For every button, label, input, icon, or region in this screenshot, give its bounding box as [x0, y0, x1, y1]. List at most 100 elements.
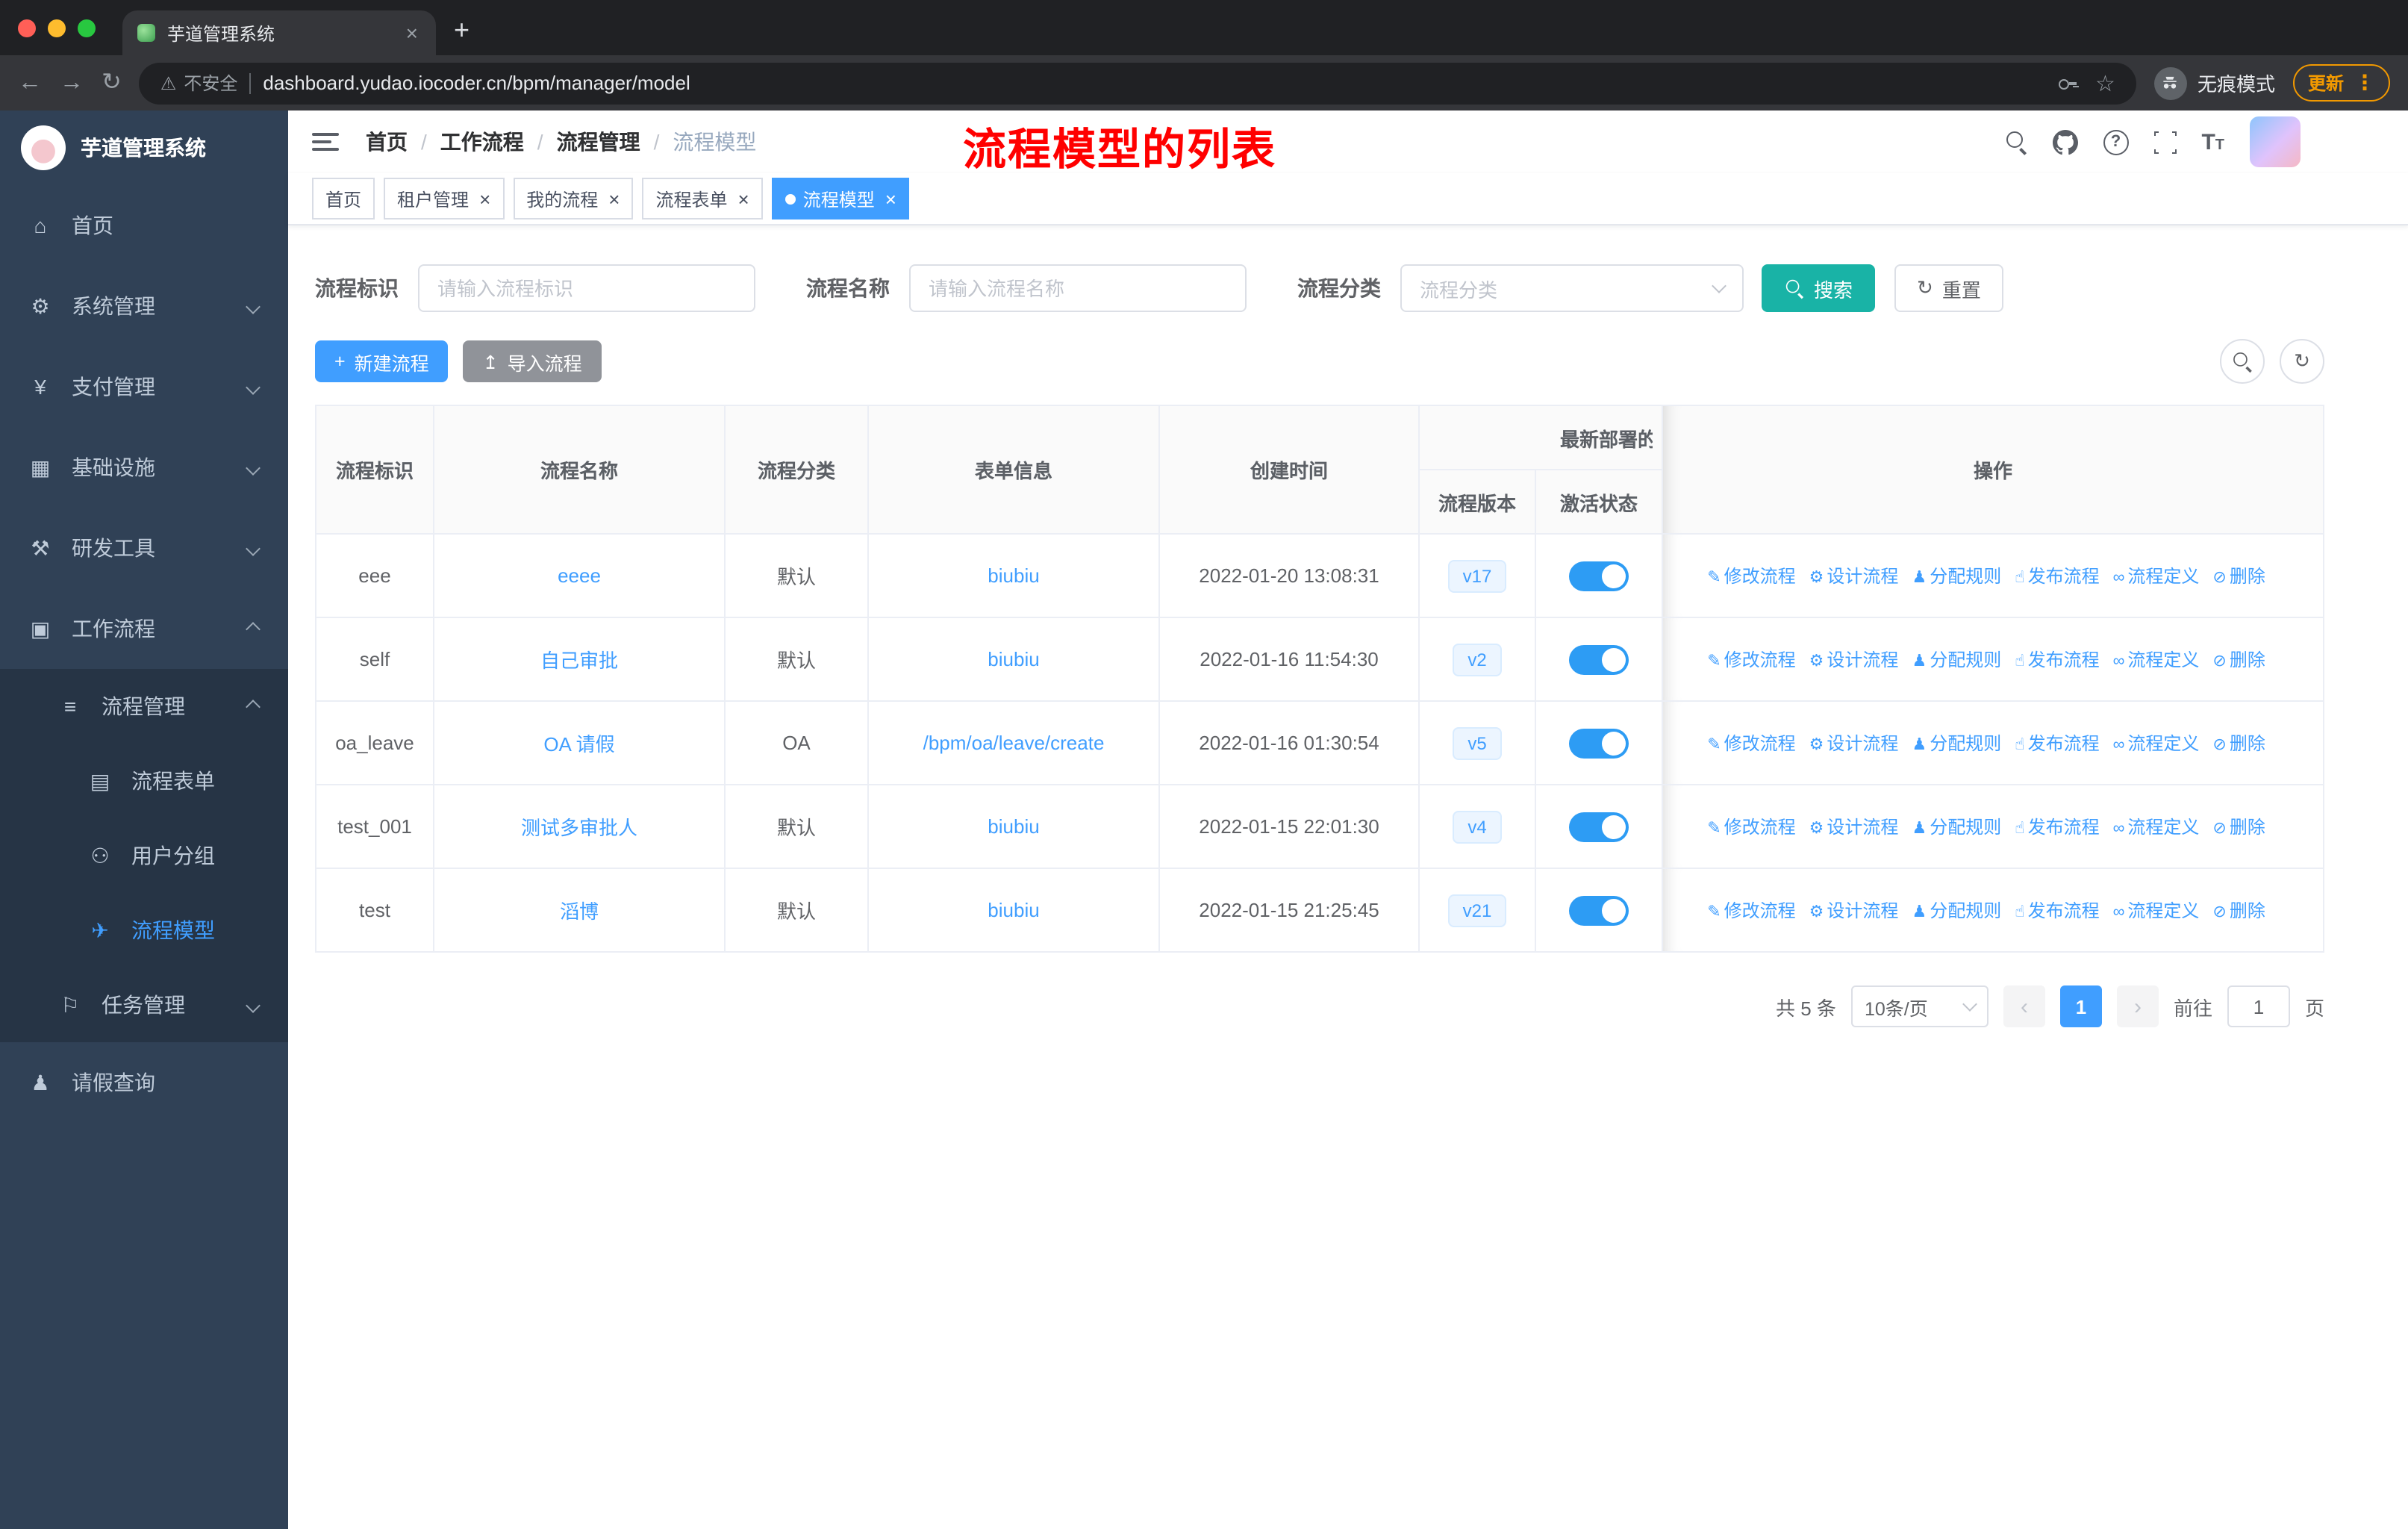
sidebar-item-system-mgmt[interactable]: ⚙ 系统管理 — [0, 266, 288, 346]
form-info-link[interactable]: biubiu — [988, 564, 1039, 587]
new-tab-button[interactable]: + — [454, 10, 470, 49]
process-definition-link[interactable]: ∞ 流程定义 — [2113, 817, 2200, 838]
refresh-table-button[interactable]: ↻ — [2280, 339, 2324, 384]
help-icon[interactable]: ? — [2103, 129, 2129, 155]
reset-button[interactable]: ↻ 重置 — [1894, 264, 2003, 312]
tag-租户管理[interactable]: 租户管理 × — [384, 178, 505, 219]
font-size-icon[interactable]: TT — [2201, 131, 2224, 153]
user-avatar[interactable] — [2250, 116, 2301, 167]
active-toggle[interactable] — [1569, 895, 1629, 925]
delete-process-link[interactable]: ⊘ 删除 — [2212, 900, 2265, 921]
import-process-button[interactable]: ↥ 导入流程 — [463, 340, 602, 382]
search-button[interactable]: 搜索 — [1762, 264, 1876, 312]
security-indicator[interactable]: ⚠ 不安全 — [160, 70, 238, 96]
delete-process-link[interactable]: ⊘ 删除 — [2212, 650, 2265, 670]
modify-process-link[interactable]: ✎ 修改流程 — [1707, 733, 1795, 754]
design-process-link[interactable]: ⚙ 设计流程 — [1809, 733, 1899, 754]
browser-tab[interactable]: 芋道管理系统 × — [122, 10, 436, 55]
sidebar-item-dev-tools[interactable]: ⚒ 研发工具 — [0, 508, 288, 588]
bookmark-star-icon[interactable]: ☆ — [2095, 69, 2115, 96]
address-bar[interactable]: ⚠ 不安全 dashboard.yudao.iocoder.cn/bpm/man… — [139, 62, 2136, 104]
assign-rule-link[interactable]: ♟ 分配规则 — [1912, 733, 2001, 754]
process-category-select[interactable]: 流程分类 — [1400, 264, 1744, 312]
github-icon[interactable] — [2052, 129, 2078, 155]
form-info-link[interactable]: biubiu — [988, 815, 1039, 838]
form-info-link[interactable]: /bpm/oa/leave/create — [923, 732, 1105, 754]
sidebar-item-task-mgmt[interactable]: ⚐ 任务管理 — [0, 968, 288, 1042]
design-process-link[interactable]: ⚙ 设计流程 — [1809, 817, 1899, 838]
reload-button[interactable]: ↻ — [102, 70, 122, 95]
process-definition-link[interactable]: ∞ 流程定义 — [2113, 566, 2200, 587]
sidebar-item-process-form[interactable]: ▤ 流程表单 — [0, 744, 288, 818]
assign-rule-link[interactable]: ♟ 分配规则 — [1912, 817, 2001, 838]
create-process-button[interactable]: + 新建流程 — [315, 340, 449, 382]
goto-page-input[interactable] — [2227, 985, 2290, 1027]
delete-process-link[interactable]: ⊘ 删除 — [2212, 733, 2265, 754]
modify-process-link[interactable]: ✎ 修改流程 — [1707, 650, 1795, 670]
tag-close-icon[interactable]: × — [885, 189, 896, 208]
design-process-link[interactable]: ⚙ 设计流程 — [1809, 650, 1899, 670]
sidebar-item-payment-mgmt[interactable]: ¥ 支付管理 — [0, 346, 288, 427]
sidebar-item-workflow[interactable]: ▣ 工作流程 — [0, 588, 288, 669]
tag-首页[interactable]: 首页 — [312, 178, 375, 219]
active-toggle[interactable] — [1569, 812, 1629, 841]
sidebar-item-home[interactable]: ⌂ 首页 — [0, 185, 288, 266]
browser-menu-icon[interactable]: ⋮ — [2354, 70, 2375, 96]
current-page[interactable]: 1 — [2059, 985, 2102, 1027]
publish-process-link[interactable]: ☝ 发布流程 — [2015, 650, 2099, 670]
breadcrumb-item[interactable]: 工作流程 — [440, 130, 524, 154]
assign-rule-link[interactable]: ♟ 分配规则 — [1912, 566, 2001, 587]
active-toggle[interactable] — [1569, 561, 1629, 591]
maximize-window-button[interactable] — [78, 19, 96, 37]
publish-process-link[interactable]: ☝ 发布流程 — [2015, 733, 2099, 754]
search-icon[interactable] — [2006, 131, 2027, 152]
delete-process-link[interactable]: ⊘ 删除 — [2212, 566, 2265, 587]
process-definition-link[interactable]: ∞ 流程定义 — [2113, 733, 2200, 754]
modify-process-link[interactable]: ✎ 修改流程 — [1707, 566, 1795, 587]
process-name-link[interactable]: 测试多审批人 — [521, 817, 637, 839]
process-name-link[interactable]: 滔博 — [560, 900, 599, 923]
hamburger-icon[interactable] — [312, 133, 339, 151]
process-name-input[interactable] — [909, 264, 1247, 312]
forward-button[interactable]: → — [60, 70, 84, 95]
page-size-select[interactable]: 10条/页 — [1850, 985, 1989, 1027]
tag-close-icon[interactable]: × — [479, 189, 490, 208]
close-window-button[interactable] — [18, 19, 36, 37]
design-process-link[interactable]: ⚙ 设计流程 — [1809, 900, 1899, 921]
publish-process-link[interactable]: ☝ 发布流程 — [2015, 900, 2099, 921]
process-definition-link[interactable]: ∞ 流程定义 — [2113, 650, 2200, 670]
process-name-link[interactable]: OA 请假 — [543, 733, 614, 756]
breadcrumb-item[interactable]: 流程管理 — [557, 130, 640, 154]
tag-close-icon[interactable]: × — [738, 189, 749, 208]
next-page-button[interactable]: › — [2116, 985, 2159, 1027]
tag-流程模型[interactable]: 流程模型 × — [771, 178, 910, 219]
process-definition-link[interactable]: ∞ 流程定义 — [2113, 900, 2200, 921]
active-toggle[interactable] — [1569, 728, 1629, 758]
sidebar-item-process-mgmt[interactable]: ≡ 流程管理 — [0, 669, 288, 744]
browser-update-button[interactable]: 更新 ⋮ — [2292, 64, 2390, 102]
sidebar-item-process-model[interactable]: ✈ 流程模型 — [0, 893, 288, 968]
delete-process-link[interactable]: ⊘ 删除 — [2212, 817, 2265, 838]
sidebar-item-user-group[interactable]: ⚇ 用户分组 — [0, 818, 288, 893]
tab-close-icon[interactable]: × — [403, 21, 421, 45]
breadcrumb-item[interactable]: 首页 — [366, 130, 408, 154]
process-name-link[interactable]: 自己审批 — [540, 650, 618, 672]
assign-rule-link[interactable]: ♟ 分配规则 — [1912, 650, 2001, 670]
process-name-link[interactable]: eeee — [558, 564, 601, 587]
tag-close-icon[interactable]: × — [608, 189, 620, 208]
sidebar-item-leave-query[interactable]: ♟ 请假查询 — [0, 1042, 288, 1123]
fullscreen-icon[interactable] — [2150, 128, 2180, 156]
toggle-search-button[interactable] — [2220, 339, 2265, 384]
minimize-window-button[interactable] — [48, 19, 66, 37]
back-button[interactable]: ← — [18, 70, 42, 95]
modify-process-link[interactable]: ✎ 修改流程 — [1707, 900, 1795, 921]
password-key-icon[interactable] — [2056, 72, 2077, 93]
publish-process-link[interactable]: ☝ 发布流程 — [2015, 817, 2099, 838]
process-key-input[interactable] — [418, 264, 755, 312]
form-info-link[interactable]: biubiu — [988, 648, 1039, 670]
form-info-link[interactable]: biubiu — [988, 899, 1039, 921]
assign-rule-link[interactable]: ♟ 分配规则 — [1912, 900, 2001, 921]
active-toggle[interactable] — [1569, 644, 1629, 674]
tag-我的流程[interactable]: 我的流程 × — [513, 178, 634, 219]
tag-流程表单[interactable]: 流程表单 × — [642, 178, 763, 219]
